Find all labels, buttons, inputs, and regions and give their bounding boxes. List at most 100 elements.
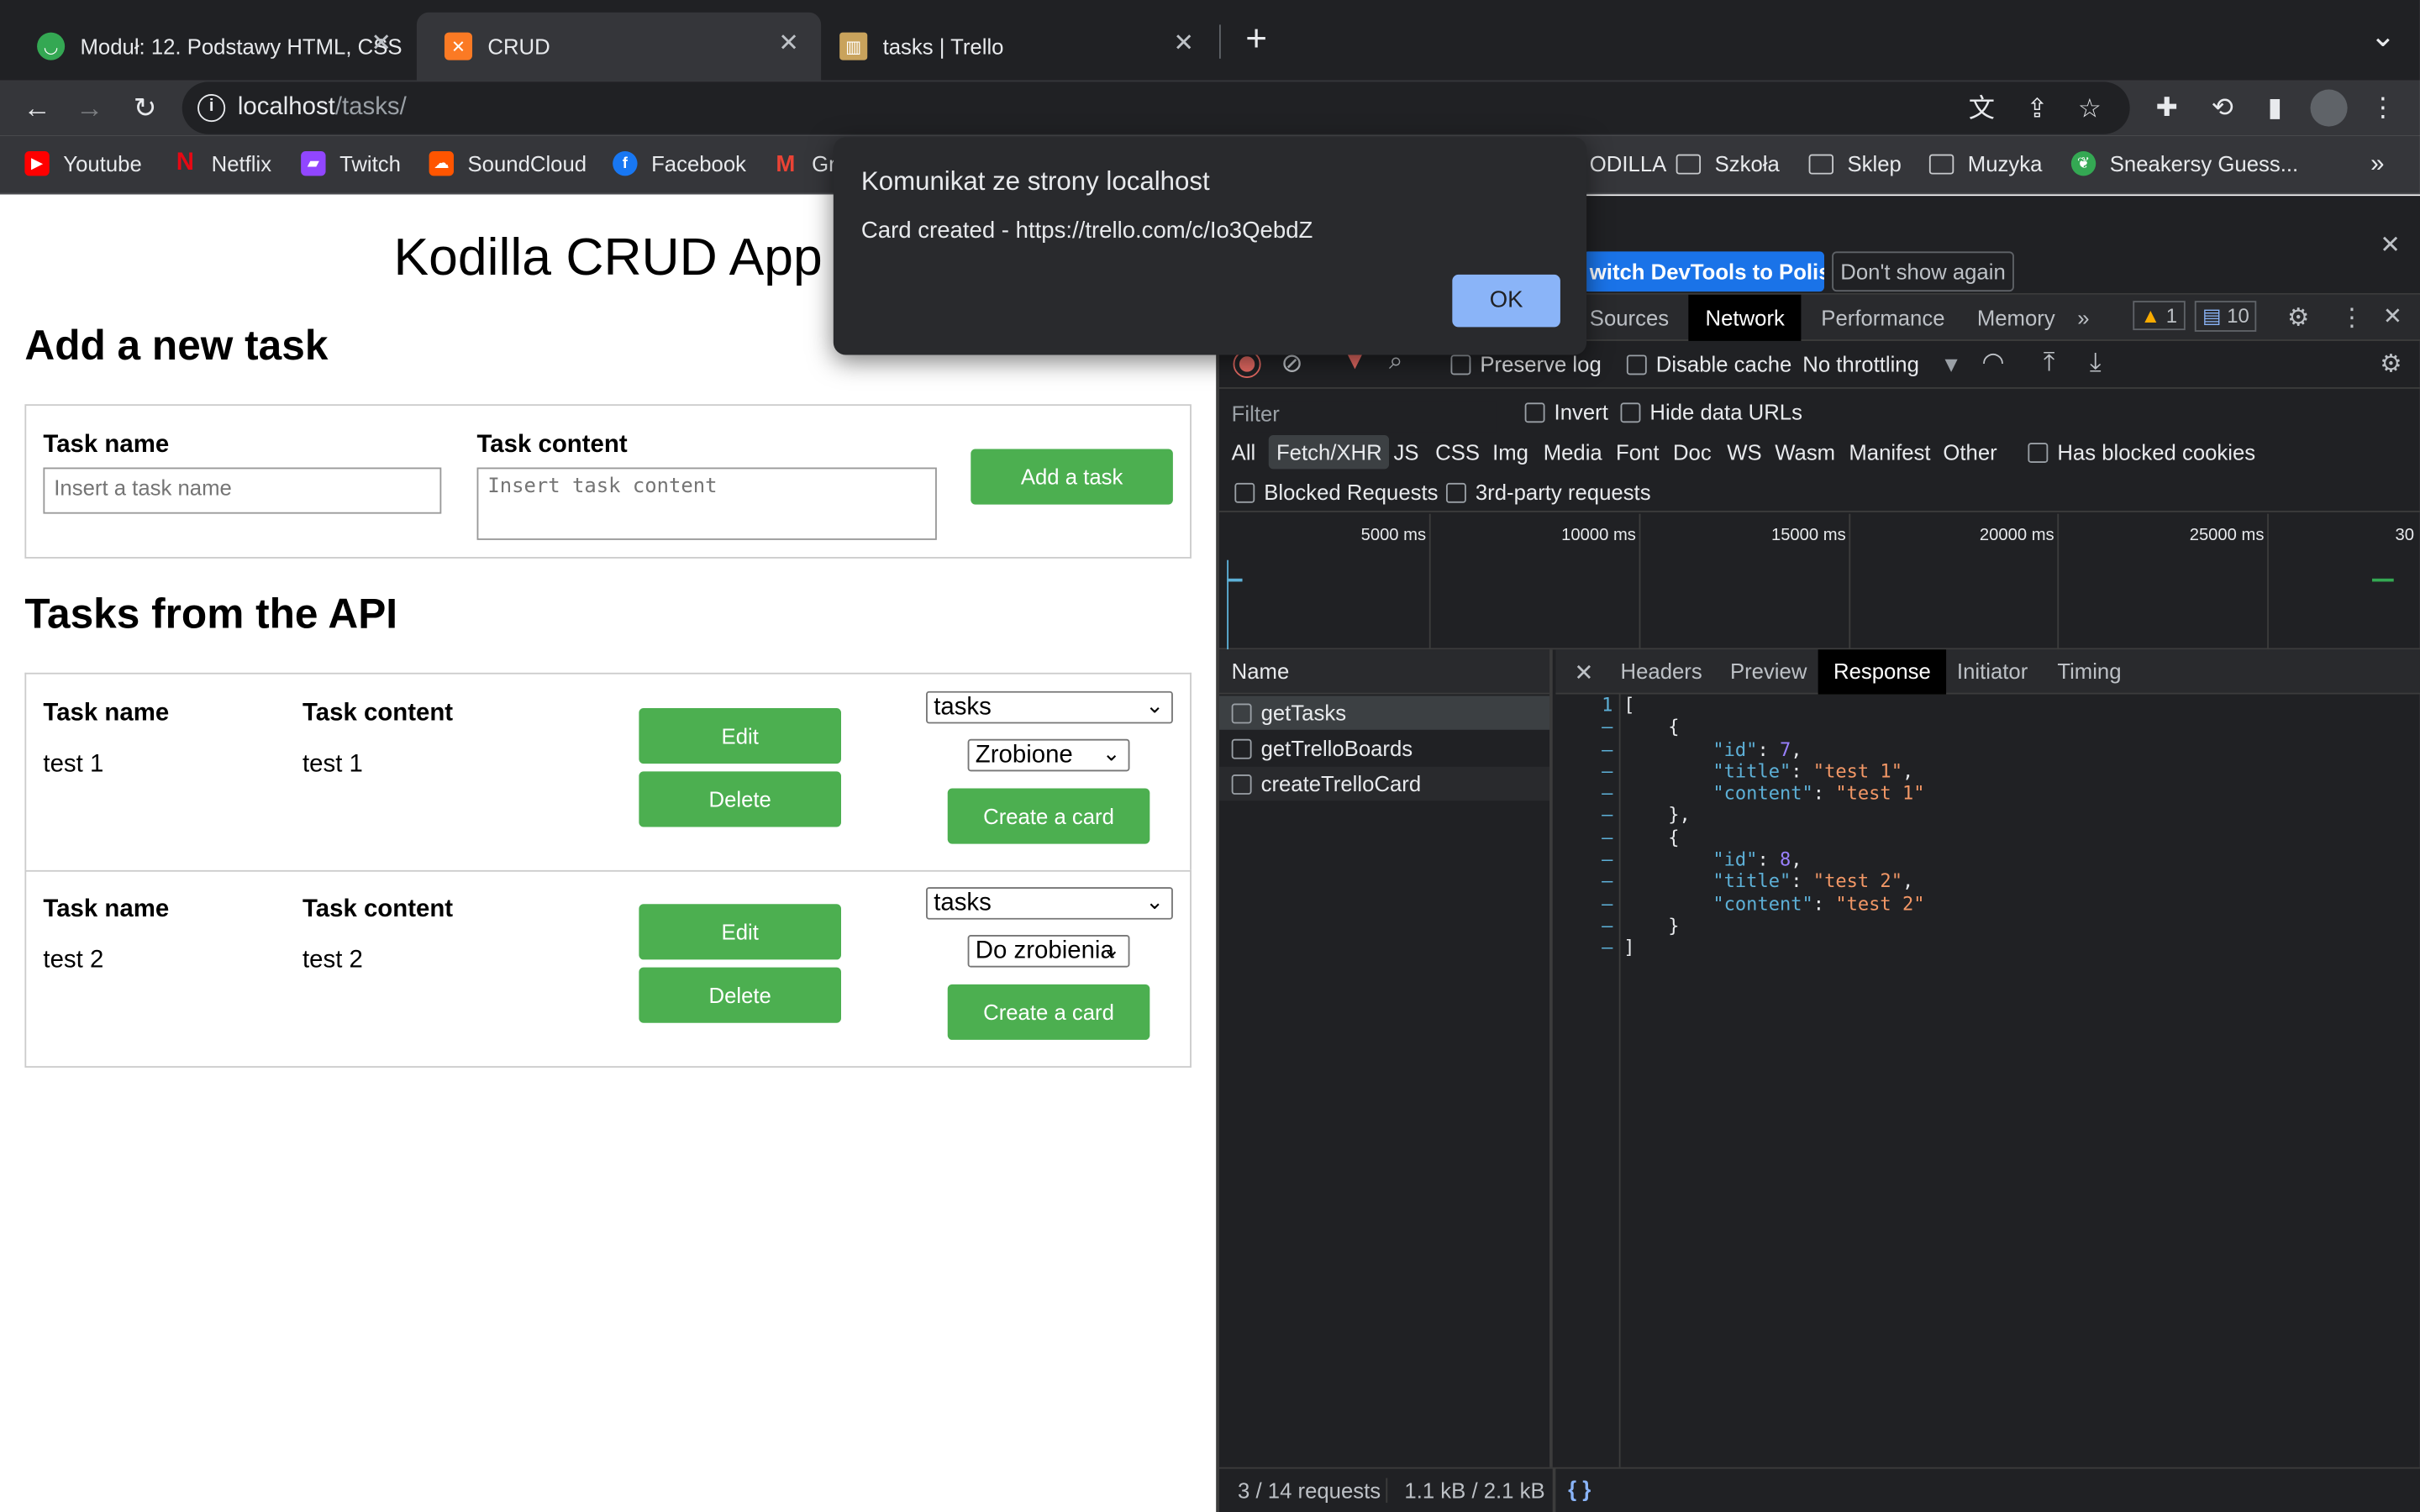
info-icon[interactable]: i [197, 94, 226, 123]
switch-language-button[interactable]: witch DevTools to Polish [1583, 251, 1824, 292]
board-select[interactable]: tasks ⌄ [926, 690, 1173, 724]
bookmark-twitch[interactable]: ▰ Twitch [301, 150, 401, 176]
tab-kodilla-module[interactable]: ◡ Moduł: 12. Podstawy HTML, CSS ✕ [9, 13, 413, 81]
tab-headers[interactable]: Headers [1621, 659, 1702, 683]
bookmark-folder-kodilla[interactable]: ODILLA [1590, 151, 1666, 176]
tab-response[interactable]: Response [1818, 649, 1947, 695]
delete-button[interactable]: Delete [639, 771, 842, 827]
tab-memory[interactable]: Memory [1977, 306, 2055, 330]
type-filter-wasm[interactable]: Wasm [1775, 439, 1835, 464]
close-icon[interactable]: ✕ [775, 31, 802, 59]
third-party-checkbox[interactable]: 3rd-party requests [1445, 480, 1651, 505]
type-filter-ws[interactable]: WS [1727, 439, 1761, 464]
network-timeline[interactable]: 5000 ms 10000 ms 15000 ms 20000 ms 25000… [1218, 513, 2420, 650]
tab-trello[interactable]: ▥ tasks | Trello ✕ [812, 13, 1216, 81]
request-row[interactable]: getTrelloBoards [1219, 732, 1549, 765]
network-settings-gear-icon[interactable]: ⚙ [2380, 349, 2402, 380]
list-select[interactable]: Zrobione ⌄ [967, 738, 1130, 772]
bookmark-soundcloud[interactable]: ☁ SoundCloud [429, 150, 587, 176]
list-select[interactable]: Do zrobienia ⌄ [967, 935, 1130, 968]
checkbox[interactable] [1450, 354, 1471, 375]
extensions-icon[interactable]: ✚ [2149, 90, 2186, 127]
bookmark-folder-sklep[interactable]: Sklep [1808, 151, 1902, 176]
checkbox[interactable] [1231, 738, 1252, 759]
bookmark-folder-szkola[interactable]: Szkoła [1676, 151, 1780, 176]
checkbox[interactable] [1231, 774, 1252, 795]
bookmark-sneakersy[interactable]: ❦ Sneakersy Guess... [2070, 150, 2298, 176]
checkbox[interactable] [1234, 482, 1255, 503]
share-icon[interactable]: ⇪ [2018, 91, 2055, 128]
checkbox[interactable] [1231, 703, 1252, 724]
back-arrow-icon[interactable]: ← [15, 87, 58, 129]
type-filter-media[interactable]: Media [1544, 439, 1602, 464]
translate-icon[interactable]: 文 [1963, 91, 2000, 128]
download-icon[interactable]: ⤓ [2090, 347, 2102, 378]
tab-performance[interactable]: Performance [1821, 306, 1944, 330]
invert-checkbox[interactable]: Invert [1524, 400, 1608, 424]
checkbox[interactable] [1524, 402, 1545, 423]
tab-search-button[interactable]: ⌄ [2365, 15, 2402, 58]
delete-button[interactable]: Delete [639, 967, 842, 1023]
menu-kebab-icon[interactable]: ⋮ [2339, 302, 2364, 333]
type-filter-fetch-xhr[interactable]: Fetch/XHR [1268, 434, 1390, 470]
tab-sources[interactable]: Sources [1590, 306, 1669, 330]
tab-crud[interactable]: ✕ CRUD ✕ [416, 12, 822, 81]
checkbox[interactable] [1620, 402, 1641, 423]
throttling-select[interactable]: No throttling ▼ [1802, 352, 1962, 376]
upload-icon[interactable]: ⤒ [2044, 347, 2055, 378]
network-conditions-icon[interactable]: ◠ [1981, 347, 2004, 378]
close-icon[interactable]: ✕ [367, 31, 395, 59]
record-icon[interactable] [1233, 349, 1261, 378]
bookmark-gmail[interactable]: M Gr [773, 150, 835, 176]
bookmark-youtube[interactable]: ▶ Youtube [24, 150, 142, 176]
name-column-header[interactable]: Name [1218, 649, 1550, 695]
request-row[interactable]: createTrelloCard [1218, 766, 1550, 801]
checkbox[interactable] [1445, 482, 1466, 503]
side-panel-icon[interactable]: ▮ [2256, 90, 2293, 127]
task-name-input[interactable]: Insert a task name [43, 467, 442, 514]
type-filter-css[interactable]: CSS [1435, 439, 1480, 464]
board-select[interactable]: tasks ⌄ [926, 887, 1173, 920]
close-icon[interactable]: ✕ [1574, 659, 1593, 686]
bookmark-facebook[interactable]: f Facebook [613, 150, 746, 176]
bookmark-star-icon[interactable]: ☆ [2071, 91, 2108, 128]
checkbox[interactable] [2028, 443, 2049, 464]
close-icon[interactable]: ✕ [2383, 302, 2402, 330]
tab-network[interactable]: Network [1688, 294, 1802, 341]
task-content-textarea[interactable]: Insert task content [476, 467, 937, 540]
close-icon[interactable]: ✕ [2380, 230, 2401, 261]
type-filter-manifest[interactable]: Manifest [1849, 439, 1930, 464]
reload-icon[interactable]: ↻ [124, 87, 166, 129]
address-bar[interactable]: i localhost/tasks/ 文 ⇪ ☆ [182, 81, 2130, 134]
extension-icon[interactable]: ⟲ [2204, 90, 2241, 127]
type-filter-img[interactable]: Img [1492, 439, 1528, 464]
disable-cache-checkbox[interactable]: Disable cache [1626, 352, 1791, 376]
new-tab-button[interactable]: + [1238, 18, 1275, 61]
tab-initiator[interactable]: Initiator [1957, 659, 2028, 683]
type-filter-doc[interactable]: Doc [1673, 439, 1712, 464]
forward-arrow-icon[interactable]: → [68, 87, 111, 129]
request-row[interactable]: getTasks [1218, 696, 1550, 730]
response-body[interactable]: [ { "id": 7, "title": "test 1", "content… [1623, 695, 1924, 959]
dont-show-again-button[interactable]: Don't show again [1832, 251, 2014, 292]
type-filter-font[interactable]: Font [1616, 439, 1659, 464]
create-card-button[interactable]: Create a card [947, 788, 1150, 844]
type-filter-other[interactable]: Other [1943, 439, 1996, 464]
filter-input[interactable]: Filter [1231, 401, 1497, 433]
more-tabs-icon[interactable]: » [2077, 306, 2089, 330]
checkbox[interactable] [1626, 354, 1647, 375]
edit-button[interactable]: Edit [639, 904, 842, 960]
tab-timing[interactable]: Timing [2057, 659, 2121, 683]
ok-button[interactable]: OK [1452, 274, 1560, 328]
has-blocked-cookies-checkbox[interactable]: Has blocked cookies [2028, 439, 2255, 465]
warnings-badge[interactable]: ▲ 1 [2133, 301, 2186, 331]
more-bookmarks-button[interactable]: » [2370, 151, 2384, 179]
add-task-button[interactable]: Add a task [971, 449, 1173, 505]
hide-data-urls-checkbox[interactable]: Hide data URLs [1620, 400, 1802, 424]
type-filter-js[interactable]: JS [1394, 439, 1419, 464]
create-card-button[interactable]: Create a card [947, 984, 1150, 1040]
pretty-print-button[interactable]: { } [1568, 1477, 1591, 1501]
preserve-log-checkbox[interactable]: Preserve log [1450, 352, 1602, 376]
profile-avatar[interactable] [2310, 89, 2348, 127]
edit-button[interactable]: Edit [639, 708, 842, 764]
